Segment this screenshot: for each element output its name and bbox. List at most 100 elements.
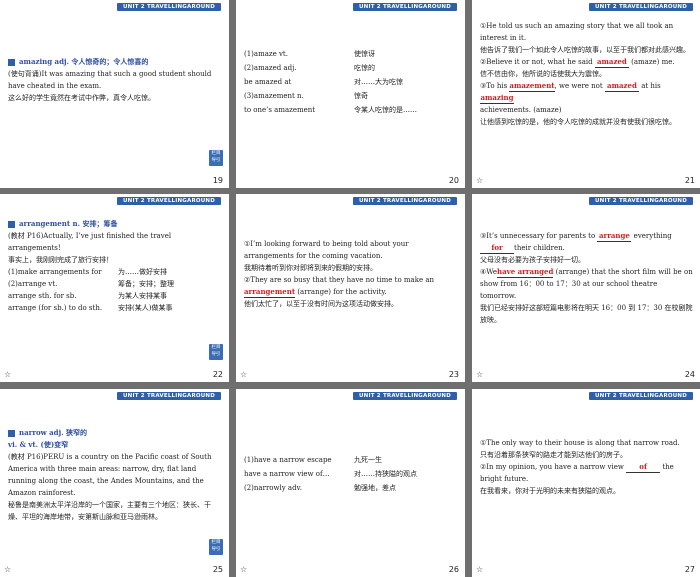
text-line: 秘鲁是南美洲太平洋沿岸的一个国家，主要有三个地区：狭长、干燥、平坦的海岸地带，安… <box>8 501 211 521</box>
text-line: (arrange) for the activity. <box>297 288 387 296</box>
slide-number: 27 <box>684 565 695 574</box>
meaning: 勉强地，差点 <box>354 484 396 492</box>
text-line: ①He told us such an amazing story that w… <box>480 22 674 42</box>
text-line: (教材 P16)PERU is a country on the Pacific… <box>8 453 212 497</box>
unit-header: UNIT 2 TRAVELLINGAROUND <box>589 3 693 11</box>
text-line: ③To his <box>480 82 508 90</box>
slide-number: 20 <box>448 176 459 185</box>
slide-thumbnail[interactable]: UNIT 2 TRAVELLINGAROUND ①He told us such… <box>472 0 700 188</box>
answer: have arranged <box>497 267 554 276</box>
slide-thumbnail[interactable]: UNIT 2 TRAVELLINGAROUND (1)amaze vt. 使惊讶 … <box>236 0 465 188</box>
vocab-title: arrangement n. 安排；筹备 <box>19 219 118 228</box>
text-line: 他们太忙了，以至于没有时间为这项活动做安排。 <box>244 300 398 308</box>
meaning: 使惊讶 <box>354 50 375 58</box>
meaning: 为……做好安排 <box>118 268 167 276</box>
unit-header: UNIT 2 TRAVELLINGAROUND <box>589 392 693 400</box>
text-line: 让他感到吃惊的是，他的令人吃惊的成就并没有使我们很吃惊。 <box>480 118 676 126</box>
slide-thumbnail[interactable]: UNIT 2 TRAVELLINGAROUND ①I’m looking for… <box>236 194 465 382</box>
slide-number: 22 <box>212 370 223 379</box>
meaning: 惊奇 <box>354 92 368 100</box>
star-icon: ☆ <box>4 565 12 574</box>
phrase: have a narrow view of… <box>244 470 330 478</box>
text-line: 他告诉了我们一个如此令人吃惊的故事，以至于我们都对此感兴趣。 <box>480 46 690 54</box>
unit-header: UNIT 2 TRAVELLINGAROUND <box>353 197 457 205</box>
phrase: to one’s amazement <box>244 106 316 114</box>
slide-thumbnail[interactable]: UNIT 2 TRAVELLINGAROUND ③It’s unnecessar… <box>472 194 700 382</box>
slide-thumbnail[interactable]: UNIT 2 TRAVELLINGAROUND arrangement n. 安… <box>0 194 229 382</box>
vocab-title: narrow adj. 狭窄的 <box>19 428 87 437</box>
phrase: (1)amaze vt. <box>244 50 288 58</box>
meaning: 安排(某人)做某事 <box>118 304 173 312</box>
nav-tag-button[interactable]: 栏目 导引 <box>209 344 223 360</box>
text-line: 这么好的学生竟然在考试中作弊，真令人吃惊。 <box>8 94 155 102</box>
text-line: ③It’s unnecessary for parents to <box>480 232 596 240</box>
text-line: ④We <box>480 268 498 276</box>
phrase: (1)make arrangements for <box>8 268 102 276</box>
vocab-subtitle: vi. & vt. (使)变窄 <box>8 440 69 449</box>
slide-number: 19 <box>212 176 223 185</box>
nav-tag-button[interactable]: 栏目 导引 <box>209 539 223 555</box>
answer: amazed <box>607 81 637 90</box>
text-line: ②Believe it or not, what he said <box>480 58 593 66</box>
nav-tag-button[interactable]: 栏目 导引 <box>209 150 223 166</box>
slide-number: 21 <box>684 176 695 185</box>
star-icon: ☆ <box>476 370 484 379</box>
slide-number: 24 <box>684 370 695 379</box>
star-icon: ☆ <box>240 565 248 574</box>
slide-thumbnail[interactable]: UNIT 2 TRAVELLINGAROUND (1)have a narrow… <box>236 389 465 577</box>
text-line: ①I’m looking forward to being told about… <box>244 240 409 260</box>
slide-number: 26 <box>448 565 459 574</box>
star-icon: ☆ <box>476 176 484 185</box>
phrase: (2)narrowly adv. <box>244 484 302 492</box>
slide-number: 25 <box>212 565 223 574</box>
meaning: 吃惊的 <box>354 64 375 72</box>
slide-thumbnail[interactable]: UNIT 2 TRAVELLINGAROUND narrow adj. 狭窄的 … <box>0 389 229 577</box>
text-line: their children. <box>514 244 565 252</box>
answer: amazement <box>509 81 555 90</box>
answer: of <box>639 462 647 471</box>
text-line: ②They are so busy that they have no time… <box>244 276 434 284</box>
meaning: 为某人安排某事 <box>118 292 167 300</box>
square-icon <box>8 58 15 66</box>
text-line: 在我看来，你对于光明的未来有狭隘的观点。 <box>480 487 620 495</box>
vocab-title: amazing adj. 令人惊奇的；令人惊喜的 <box>19 57 149 66</box>
slide-thumbnail[interactable]: UNIT 2 TRAVELLINGAROUND amazing adj. 令人惊… <box>0 0 229 188</box>
text-line: ①The only way to their house is along th… <box>480 439 680 447</box>
meaning: 筹备；安排；整理 <box>118 280 174 288</box>
slide-grid: UNIT 2 TRAVELLINGAROUND amazing adj. 令人惊… <box>0 0 700 577</box>
unit-header: UNIT 2 TRAVELLINGAROUND <box>117 197 221 205</box>
text-line: at his <box>641 82 661 90</box>
text-line: everything <box>633 232 672 240</box>
star-icon: ☆ <box>240 370 248 379</box>
answer: amazed <box>596 57 627 66</box>
phrase: (3)amazement n. <box>244 92 304 100</box>
text-line: (使句背诵)It was amazing that such a good st… <box>8 70 212 90</box>
meaning: 对……持狭隘的观点 <box>354 470 417 478</box>
text-line: 只有沿着那条狭窄的路走才能到达他们的房子。 <box>480 451 627 459</box>
slide-thumbnail[interactable]: UNIT 2 TRAVELLINGAROUND ①The only way to… <box>472 389 700 577</box>
text-line: , we were not <box>554 82 603 90</box>
text-line: 我们已经安排好这部短篇电影将在明天 16：00 到 17：30 在校剧院放映。 <box>480 304 693 324</box>
phrase: (1)have a narrow escape <box>244 456 332 464</box>
answer: amazing <box>480 93 514 102</box>
answer: arrange <box>598 231 630 240</box>
phrase: arrange sth. for sb. <box>8 292 77 300</box>
meaning: 对……大为吃惊 <box>354 78 403 86</box>
square-icon <box>8 429 15 437</box>
answer: for <box>491 243 503 252</box>
slide-number: 23 <box>448 370 459 379</box>
meaning: 令某人吃惊的是…… <box>354 106 417 114</box>
text-line: 事实上，我刚刚完成了旅行安排！ <box>8 256 113 264</box>
star-icon: ☆ <box>4 370 12 379</box>
text-line: 父母没有必要为孩子安排好一切。 <box>480 256 585 264</box>
unit-header: UNIT 2 TRAVELLINGAROUND <box>353 3 457 11</box>
text-line: 信不信由你，他所说的话使我大为震惊。 <box>480 70 606 78</box>
text-line: (教材 P16)Actually, I’ve just finished the… <box>8 232 172 252</box>
meaning: 九死一生 <box>354 456 382 464</box>
text-line: ②In my opinion, you have a narrow view <box>480 463 624 471</box>
phrase: be amazed at <box>244 78 292 86</box>
unit-header: UNIT 2 TRAVELLINGAROUND <box>117 392 221 400</box>
text-line: achievements. (amaze) <box>480 106 562 114</box>
answer: arrangement <box>244 287 296 296</box>
unit-header: UNIT 2 TRAVELLINGAROUND <box>353 392 457 400</box>
